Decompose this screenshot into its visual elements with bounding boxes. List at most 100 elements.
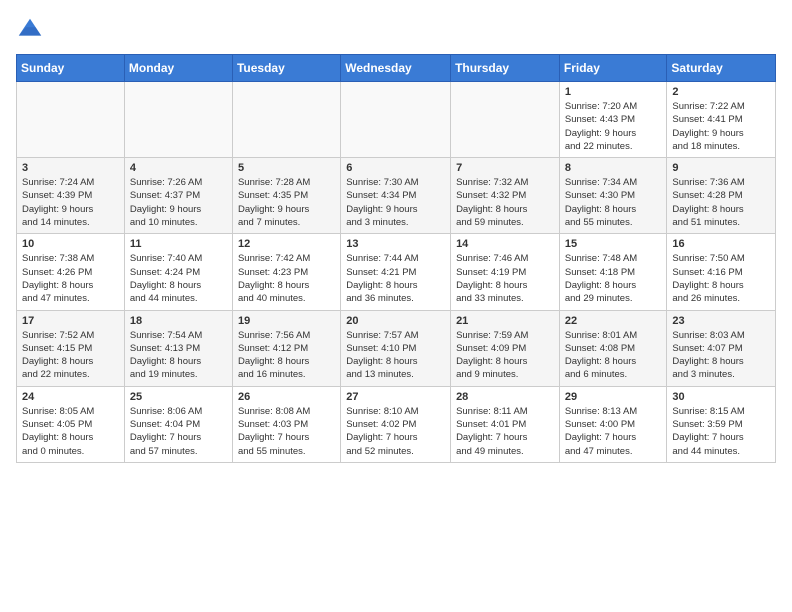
weekday-header: Monday [124,55,232,82]
day-info: Sunrise: 7:24 AM Sunset: 4:39 PM Dayligh… [22,176,119,229]
calendar-week-row: 24 Sunrise: 8:05 AM Sunset: 4:05 PM Dayli… [17,386,776,462]
calendar-cell: 18 Sunrise: 7:54 AM Sunset: 4:13 PM Dayli… [124,310,232,386]
calendar-cell: 23 Sunrise: 8:03 AM Sunset: 4:07 PM Dayli… [667,310,776,386]
day-info: Sunrise: 8:08 AM Sunset: 4:03 PM Dayligh… [238,405,335,458]
day-info: Sunrise: 7:57 AM Sunset: 4:10 PM Dayligh… [346,329,445,382]
calendar-cell [17,82,125,158]
day-number: 29 [565,391,662,403]
weekday-header: Wednesday [341,55,451,82]
day-number: 14 [456,238,554,250]
day-number: 8 [565,162,662,174]
day-number: 9 [672,162,770,174]
day-info: Sunrise: 8:05 AM Sunset: 4:05 PM Dayligh… [22,405,119,458]
day-info: Sunrise: 7:32 AM Sunset: 4:32 PM Dayligh… [456,176,554,229]
calendar-cell: 2 Sunrise: 7:22 AM Sunset: 4:41 PM Daylig… [667,82,776,158]
weekday-header: Tuesday [232,55,340,82]
day-number: 21 [456,315,554,327]
calendar-cell: 9Sunrise: 7:36 AM Sunset: 4:28 PM Daylig… [667,158,776,234]
day-number: 24 [22,391,119,403]
calendar-cell: 15 Sunrise: 7:48 AM Sunset: 4:18 PM Dayli… [559,234,667,310]
weekday-header: Thursday [451,55,560,82]
day-number: 27 [346,391,445,403]
calendar-cell [232,82,340,158]
day-info: Sunrise: 7:54 AM Sunset: 4:13 PM Dayligh… [130,329,227,382]
day-number: 15 [565,238,662,250]
day-info: Sunrise: 8:03 AM Sunset: 4:07 PM Dayligh… [672,329,770,382]
day-number: 20 [346,315,445,327]
day-info: Sunrise: 7:40 AM Sunset: 4:24 PM Dayligh… [130,252,227,305]
calendar-cell [124,82,232,158]
calendar-week-row: 3Sunrise: 7:24 AM Sunset: 4:39 PM Daylig… [17,158,776,234]
day-number: 12 [238,238,335,250]
day-info: Sunrise: 7:56 AM Sunset: 4:12 PM Dayligh… [238,329,335,382]
calendar-cell: 14 Sunrise: 7:46 AM Sunset: 4:19 PM Dayli… [451,234,560,310]
calendar-cell: 1Sunrise: 7:20 AM Sunset: 4:43 PM Daylig… [559,82,667,158]
day-number: 10 [22,238,119,250]
day-info: Sunrise: 7:30 AM Sunset: 4:34 PM Dayligh… [346,176,445,229]
day-number: 6 [346,162,445,174]
calendar-week-row: 10 Sunrise: 7:38 AM Sunset: 4:26 PM Dayli… [17,234,776,310]
day-info: Sunrise: 7:48 AM Sunset: 4:18 PM Dayligh… [565,252,662,305]
calendar-cell: 8 Sunrise: 7:34 AM Sunset: 4:30 PM Daylig… [559,158,667,234]
day-info: Sunrise: 7:59 AM Sunset: 4:09 PM Dayligh… [456,329,554,382]
calendar-cell: 26 Sunrise: 8:08 AM Sunset: 4:03 PM Dayli… [232,386,340,462]
weekday-header: Saturday [667,55,776,82]
day-number: 2 [672,86,770,98]
calendar-cell: 5 Sunrise: 7:28 AM Sunset: 4:35 PM Daylig… [232,158,340,234]
day-number: 26 [238,391,335,403]
day-number: 5 [238,162,335,174]
day-number: 19 [238,315,335,327]
day-info: Sunrise: 8:13 AM Sunset: 4:00 PM Dayligh… [565,405,662,458]
day-number: 30 [672,391,770,403]
calendar-cell: 27 Sunrise: 8:10 AM Sunset: 4:02 PM Dayli… [341,386,451,462]
calendar-cell: 25Sunrise: 8:06 AM Sunset: 4:04 PM Dayli… [124,386,232,462]
day-number: 4 [130,162,227,174]
day-info: Sunrise: 7:52 AM Sunset: 4:15 PM Dayligh… [22,329,119,382]
logo [16,16,48,44]
weekday-header: Sunday [17,55,125,82]
calendar-cell: 20 Sunrise: 7:57 AM Sunset: 4:10 PM Dayli… [341,310,451,386]
day-info: Sunrise: 7:50 AM Sunset: 4:16 PM Dayligh… [672,252,770,305]
calendar-cell: 12 Sunrise: 7:42 AM Sunset: 4:23 PM Dayli… [232,234,340,310]
day-info: Sunrise: 7:28 AM Sunset: 4:35 PM Dayligh… [238,176,335,229]
day-info: Sunrise: 8:10 AM Sunset: 4:02 PM Dayligh… [346,405,445,458]
day-info: Sunrise: 8:15 AM Sunset: 3:59 PM Dayligh… [672,405,770,458]
page-header [16,16,776,44]
day-number: 23 [672,315,770,327]
day-number: 7 [456,162,554,174]
calendar-cell: 13 Sunrise: 7:44 AM Sunset: 4:21 PM Dayli… [341,234,451,310]
day-number: 18 [130,315,227,327]
day-info: Sunrise: 7:22 AM Sunset: 4:41 PM Dayligh… [672,100,770,153]
day-info: Sunrise: 7:38 AM Sunset: 4:26 PM Dayligh… [22,252,119,305]
calendar-cell: 21 Sunrise: 7:59 AM Sunset: 4:09 PM Dayli… [451,310,560,386]
day-number: 1 [565,86,662,98]
day-number: 22 [565,315,662,327]
day-info: Sunrise: 7:44 AM Sunset: 4:21 PM Dayligh… [346,252,445,305]
calendar-week-row: 17 Sunrise: 7:52 AM Sunset: 4:15 PM Dayli… [17,310,776,386]
calendar-cell: 29 Sunrise: 8:13 AM Sunset: 4:00 PM Dayli… [559,386,667,462]
calendar-cell: 6 Sunrise: 7:30 AM Sunset: 4:34 PM Daylig… [341,158,451,234]
day-number: 13 [346,238,445,250]
day-info: Sunrise: 8:06 AM Sunset: 4:04 PM Dayligh… [130,405,227,458]
calendar-cell: 10 Sunrise: 7:38 AM Sunset: 4:26 PM Dayli… [17,234,125,310]
calendar-cell: 24 Sunrise: 8:05 AM Sunset: 4:05 PM Dayli… [17,386,125,462]
day-info: Sunrise: 7:42 AM Sunset: 4:23 PM Dayligh… [238,252,335,305]
day-number: 16 [672,238,770,250]
day-info: Sunrise: 7:26 AM Sunset: 4:37 PM Dayligh… [130,176,227,229]
day-info: Sunrise: 7:46 AM Sunset: 4:19 PM Dayligh… [456,252,554,305]
day-info: Sunrise: 8:01 AM Sunset: 4:08 PM Dayligh… [565,329,662,382]
calendar-cell: 22 Sunrise: 8:01 AM Sunset: 4:08 PM Dayli… [559,310,667,386]
calendar-cell: 4 Sunrise: 7:26 AM Sunset: 4:37 PM Daylig… [124,158,232,234]
day-number: 11 [130,238,227,250]
logo-icon [16,16,44,44]
calendar-cell: 19 Sunrise: 7:56 AM Sunset: 4:12 PM Dayli… [232,310,340,386]
calendar-cell: 28Sunrise: 8:11 AM Sunset: 4:01 PM Dayli… [451,386,560,462]
calendar-cell: 30 Sunrise: 8:15 AM Sunset: 3:59 PM Dayli… [667,386,776,462]
calendar-cell: 11 Sunrise: 7:40 AM Sunset: 4:24 PM Dayli… [124,234,232,310]
day-number: 28 [456,391,554,403]
calendar-cell: 17 Sunrise: 7:52 AM Sunset: 4:15 PM Dayli… [17,310,125,386]
calendar-cell: 3Sunrise: 7:24 AM Sunset: 4:39 PM Daylig… [17,158,125,234]
day-number: 17 [22,315,119,327]
day-info: Sunrise: 7:34 AM Sunset: 4:30 PM Dayligh… [565,176,662,229]
calendar-week-row: 1Sunrise: 7:20 AM Sunset: 4:43 PM Daylig… [17,82,776,158]
